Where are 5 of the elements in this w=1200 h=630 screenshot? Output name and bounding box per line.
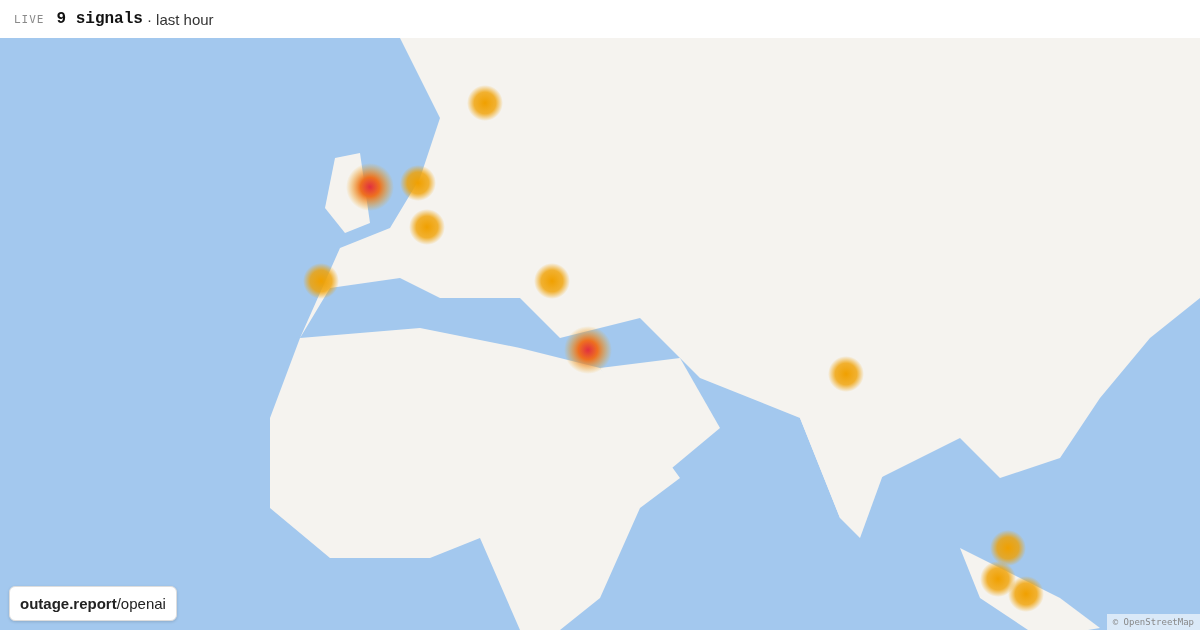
signal-count: 9 signals [56,10,143,28]
live-label: LIVE [14,12,45,26]
time-period: · last hour [146,10,214,28]
map-attribution: © OpenStreetMap [1106,614,1200,630]
source-badge[interactable]: outage.report/openai [9,586,177,621]
